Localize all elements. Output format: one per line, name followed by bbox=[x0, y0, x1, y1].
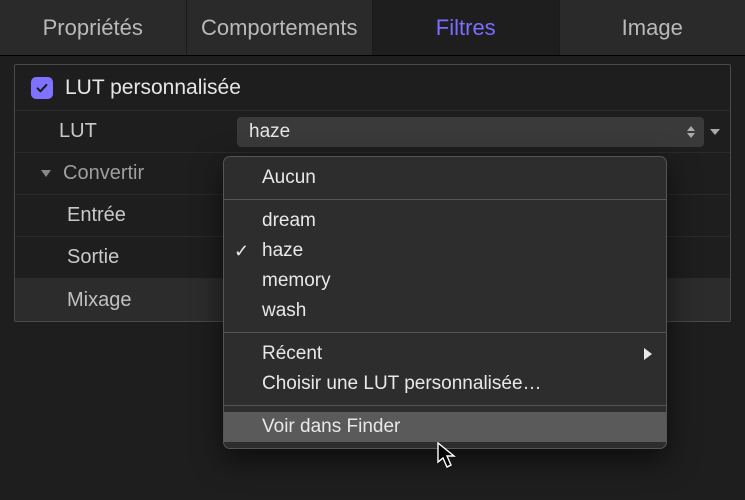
checkmark-icon bbox=[35, 81, 49, 95]
submenu-arrow-icon bbox=[644, 348, 652, 360]
inspector-tabbar: Propriétés Comportements Filtres Image bbox=[0, 0, 745, 56]
mix-label: Mixage bbox=[27, 289, 237, 312]
menu-separator bbox=[224, 199, 666, 200]
disclosure-triangle-icon[interactable] bbox=[41, 170, 51, 177]
menu-item-haze[interactable]: ✓ haze bbox=[224, 236, 666, 266]
output-label: Sortie bbox=[27, 246, 237, 269]
menu-item-memory[interactable]: memory bbox=[224, 266, 666, 296]
menu-separator bbox=[224, 405, 666, 406]
lut-popup-value: haze bbox=[249, 121, 290, 143]
filter-enable-checkbox[interactable] bbox=[31, 77, 53, 99]
menu-item-none[interactable]: Aucun bbox=[224, 163, 666, 193]
lut-dropdown-menu: Aucun dream ✓ haze memory wash Récent Ch… bbox=[223, 156, 667, 449]
menu-separator bbox=[224, 332, 666, 333]
lut-label: LUT bbox=[27, 120, 237, 143]
stepper-icon bbox=[686, 125, 696, 139]
lut-row: LUT haze bbox=[15, 111, 730, 153]
tab-behaviors[interactable]: Comportements bbox=[187, 0, 374, 55]
tab-image[interactable]: Image bbox=[560, 0, 745, 55]
filter-header-row: LUT personnalisée bbox=[15, 65, 730, 111]
lut-popup[interactable]: haze bbox=[237, 117, 704, 147]
tab-properties[interactable]: Propriétés bbox=[0, 0, 187, 55]
convert-label: Convertir bbox=[63, 162, 144, 185]
menu-item-choose-custom-lut[interactable]: Choisir une LUT personnalisée… bbox=[224, 369, 666, 399]
menu-item-recent[interactable]: Récent bbox=[224, 339, 666, 369]
input-label: Entrée bbox=[27, 204, 237, 227]
menu-item-wash[interactable]: wash bbox=[224, 296, 666, 326]
menu-item-dream[interactable]: dream bbox=[224, 206, 666, 236]
keyframe-menu-icon[interactable] bbox=[710, 129, 720, 135]
tab-filters[interactable]: Filtres bbox=[373, 0, 560, 55]
filter-title: LUT personnalisée bbox=[65, 76, 241, 100]
checkmark-icon: ✓ bbox=[234, 241, 249, 262]
menu-item-reveal-in-finder[interactable]: Voir dans Finder bbox=[224, 412, 666, 442]
